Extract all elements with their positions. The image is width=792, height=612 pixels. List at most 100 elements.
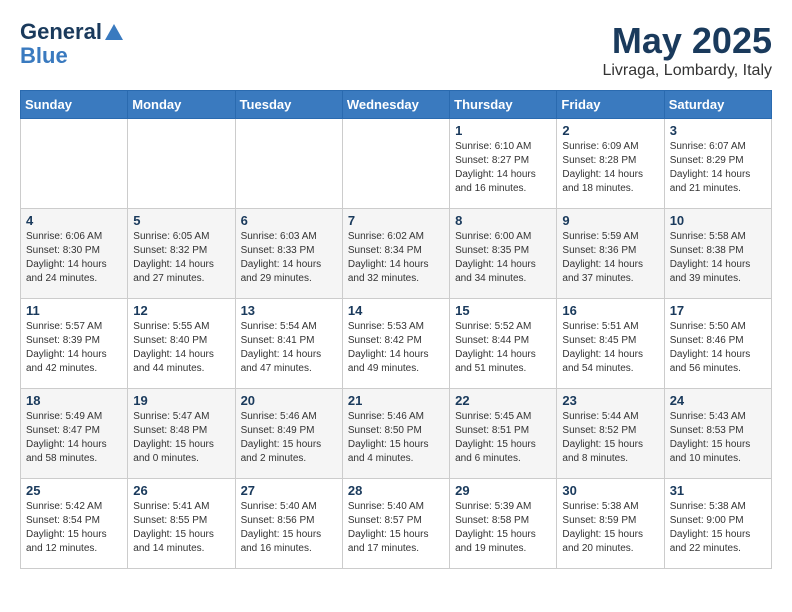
day-cell-21: 21Sunrise: 5:46 AM Sunset: 8:50 PM Dayli… (342, 389, 449, 479)
day-number: 9 (562, 213, 658, 228)
day-cell-13: 13 Sunrise: 5:54 AM Sunset: 8:41 PM Dayli… (235, 299, 342, 389)
day-info: Sunrise: 5:47 AM Sunset: 8:48 PM Dayligh… (133, 410, 229, 466)
calendar-table: SundayMondayTuesdayWednesdayThursdayFrid… (20, 90, 772, 569)
month-title: May 2025 (602, 20, 772, 62)
day-cell-12: 12 Sunrise: 5:55 AM Sunset: 8:40 PM Dayli… (128, 299, 235, 389)
day-info: Sunrise: 5:39 AM Sunset: 8:58 PM Dayligh… (455, 500, 551, 556)
day-number: 26 (133, 483, 229, 498)
day-number: 3 (670, 123, 766, 138)
day-cell-20: 20Sunrise: 5:46 AM Sunset: 8:49 PM Dayli… (235, 389, 342, 479)
day-number: 2 (562, 123, 658, 138)
day-number: 10 (670, 213, 766, 228)
day-cell-30: 30Sunrise: 5:38 AM Sunset: 8:59 PM Dayli… (557, 479, 664, 569)
day-number: 12 (133, 303, 229, 318)
day-cell-4: 4 Sunrise: 6:06 AM Sunset: 8:30 PM Daylig… (21, 209, 128, 299)
day-info: Sunrise: 6:06 AM Sunset: 8:30 PM Dayligh… (26, 230, 122, 286)
day-number: 21 (348, 393, 444, 408)
title-block: May 2025 Livraga, Lombardy, Italy (602, 20, 772, 80)
day-cell-3: 3Sunrise: 6:07 AM Sunset: 8:29 PM Daylig… (664, 119, 771, 209)
day-info: Sunrise: 5:49 AM Sunset: 8:47 PM Dayligh… (26, 410, 122, 466)
day-info: Sunrise: 5:53 AM Sunset: 8:42 PM Dayligh… (348, 320, 444, 376)
day-info: Sunrise: 5:43 AM Sunset: 8:53 PM Dayligh… (670, 410, 766, 466)
empty-cell (128, 119, 235, 209)
day-info: Sunrise: 6:09 AM Sunset: 8:28 PM Dayligh… (562, 140, 658, 196)
day-info: Sunrise: 5:41 AM Sunset: 8:55 PM Dayligh… (133, 500, 229, 556)
day-info: Sunrise: 5:42 AM Sunset: 8:54 PM Dayligh… (26, 500, 122, 556)
weekday-header-friday: Friday (557, 91, 664, 119)
day-number: 29 (455, 483, 551, 498)
day-info: Sunrise: 6:05 AM Sunset: 8:32 PM Dayligh… (133, 230, 229, 286)
day-number: 7 (348, 213, 444, 228)
day-number: 16 (562, 303, 658, 318)
day-number: 11 (26, 303, 122, 318)
day-cell-22: 22 Sunrise: 5:45 AM Sunset: 8:51 PM Dayli… (450, 389, 557, 479)
day-cell-7: 7 Sunrise: 6:02 AM Sunset: 8:34 PM Daylig… (342, 209, 449, 299)
weekday-header-row: SundayMondayTuesdayWednesdayThursdayFrid… (21, 91, 772, 119)
day-info: Sunrise: 6:10 AM Sunset: 8:27 PM Dayligh… (455, 140, 551, 196)
day-info: Sunrise: 5:40 AM Sunset: 8:56 PM Dayligh… (241, 500, 337, 556)
day-cell-8: 8Sunrise: 6:00 AM Sunset: 8:35 PM Daylig… (450, 209, 557, 299)
week-row-2: 4 Sunrise: 6:06 AM Sunset: 8:30 PM Daylig… (21, 209, 772, 299)
day-number: 25 (26, 483, 122, 498)
day-info: Sunrise: 5:54 AM Sunset: 8:41 PM Dayligh… (241, 320, 337, 376)
day-info: Sunrise: 5:52 AM Sunset: 8:44 PM Dayligh… (455, 320, 551, 376)
day-number: 4 (26, 213, 122, 228)
page-header: General Blue May 2025 Livraga, Lombardy,… (20, 20, 772, 80)
day-number: 17 (670, 303, 766, 318)
day-cell-29: 29 Sunrise: 5:39 AM Sunset: 8:58 PM Dayli… (450, 479, 557, 569)
day-cell-25: 25 Sunrise: 5:42 AM Sunset: 8:54 PM Dayli… (21, 479, 128, 569)
day-info: Sunrise: 5:55 AM Sunset: 8:40 PM Dayligh… (133, 320, 229, 376)
day-cell-10: 10Sunrise: 5:58 AM Sunset: 8:38 PM Dayli… (664, 209, 771, 299)
day-number: 14 (348, 303, 444, 318)
day-info: Sunrise: 5:38 AM Sunset: 8:59 PM Dayligh… (562, 500, 658, 556)
day-cell-6: 6 Sunrise: 6:03 AM Sunset: 8:33 PM Daylig… (235, 209, 342, 299)
day-info: Sunrise: 5:45 AM Sunset: 8:51 PM Dayligh… (455, 410, 551, 466)
day-cell-27: 27Sunrise: 5:40 AM Sunset: 8:56 PM Dayli… (235, 479, 342, 569)
day-cell-18: 18Sunrise: 5:49 AM Sunset: 8:47 PM Dayli… (21, 389, 128, 479)
day-cell-11: 11 Sunrise: 5:57 AM Sunset: 8:39 PM Dayli… (21, 299, 128, 389)
day-info: Sunrise: 6:03 AM Sunset: 8:33 PM Dayligh… (241, 230, 337, 286)
week-row-4: 18Sunrise: 5:49 AM Sunset: 8:47 PM Dayli… (21, 389, 772, 479)
day-cell-23: 23 Sunrise: 5:44 AM Sunset: 8:52 PM Dayli… (557, 389, 664, 479)
week-row-1: 1 Sunrise: 6:10 AM Sunset: 8:27 PM Daylig… (21, 119, 772, 209)
logo-blue: Blue (20, 44, 125, 68)
day-number: 1 (455, 123, 551, 138)
empty-cell (342, 119, 449, 209)
weekday-header-saturday: Saturday (664, 91, 771, 119)
day-info: Sunrise: 6:00 AM Sunset: 8:35 PM Dayligh… (455, 230, 551, 286)
logo-icon (103, 22, 125, 44)
logo: General Blue (20, 20, 125, 68)
day-cell-15: 15 Sunrise: 5:52 AM Sunset: 8:44 PM Dayli… (450, 299, 557, 389)
day-info: Sunrise: 5:57 AM Sunset: 8:39 PM Dayligh… (26, 320, 122, 376)
day-number: 19 (133, 393, 229, 408)
day-info: Sunrise: 6:02 AM Sunset: 8:34 PM Dayligh… (348, 230, 444, 286)
location-subtitle: Livraga, Lombardy, Italy (602, 62, 772, 80)
day-cell-2: 2 Sunrise: 6:09 AM Sunset: 8:28 PM Daylig… (557, 119, 664, 209)
day-number: 22 (455, 393, 551, 408)
day-info: Sunrise: 5:44 AM Sunset: 8:52 PM Dayligh… (562, 410, 658, 466)
day-info: Sunrise: 5:40 AM Sunset: 8:57 PM Dayligh… (348, 500, 444, 556)
day-number: 13 (241, 303, 337, 318)
day-number: 6 (241, 213, 337, 228)
day-cell-28: 28 Sunrise: 5:40 AM Sunset: 8:57 PM Dayli… (342, 479, 449, 569)
day-cell-17: 17Sunrise: 5:50 AM Sunset: 8:46 PM Dayli… (664, 299, 771, 389)
day-cell-9: 9 Sunrise: 5:59 AM Sunset: 8:36 PM Daylig… (557, 209, 664, 299)
day-number: 23 (562, 393, 658, 408)
weekday-header-tuesday: Tuesday (235, 91, 342, 119)
day-info: Sunrise: 5:38 AM Sunset: 9:00 PM Dayligh… (670, 500, 766, 556)
logo-text: General (20, 20, 125, 44)
week-row-3: 11 Sunrise: 5:57 AM Sunset: 8:39 PM Dayli… (21, 299, 772, 389)
day-cell-19: 19 Sunrise: 5:47 AM Sunset: 8:48 PM Dayli… (128, 389, 235, 479)
day-number: 15 (455, 303, 551, 318)
day-cell-24: 24 Sunrise: 5:43 AM Sunset: 8:53 PM Dayli… (664, 389, 771, 479)
day-info: Sunrise: 5:59 AM Sunset: 8:36 PM Dayligh… (562, 230, 658, 286)
day-number: 28 (348, 483, 444, 498)
day-number: 5 (133, 213, 229, 228)
day-cell-5: 5 Sunrise: 6:05 AM Sunset: 8:32 PM Daylig… (128, 209, 235, 299)
day-info: Sunrise: 5:46 AM Sunset: 8:49 PM Dayligh… (241, 410, 337, 466)
weekday-header-thursday: Thursday (450, 91, 557, 119)
day-cell-31: 31Sunrise: 5:38 AM Sunset: 9:00 PM Dayli… (664, 479, 771, 569)
day-cell-14: 14 Sunrise: 5:53 AM Sunset: 8:42 PM Dayli… (342, 299, 449, 389)
day-number: 24 (670, 393, 766, 408)
day-info: Sunrise: 5:51 AM Sunset: 8:45 PM Dayligh… (562, 320, 658, 376)
